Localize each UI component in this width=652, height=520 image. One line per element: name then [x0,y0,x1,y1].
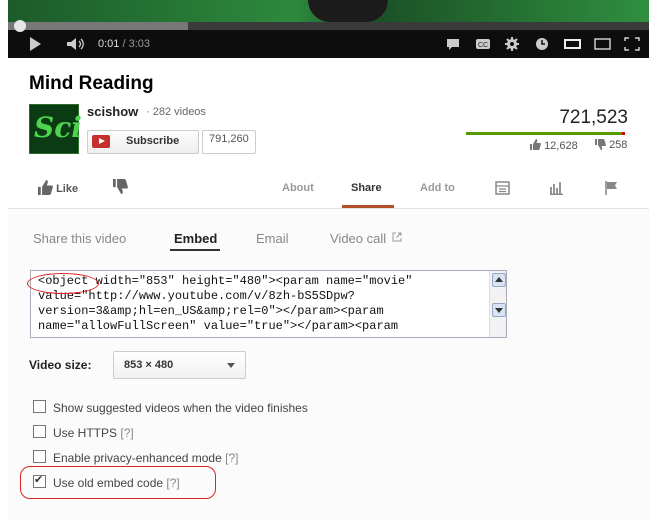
like-count-value: 12,628 [544,140,578,152]
watch-later-icon[interactable] [535,37,551,51]
subscribe-button[interactable]: Subscribe [87,130,199,154]
share-tab-indicator [342,205,394,208]
embed-tab-indicator [170,249,220,251]
checkbox-use-https[interactable] [33,425,46,438]
thumb-up-icon [38,180,53,195]
annotation-circle-old-embed [20,466,216,499]
youtube-logo-icon [92,135,110,148]
channel-avatar[interactable]: Sci [29,104,82,154]
view-count: 721,523 [559,107,628,128]
subtab-embed[interactable]: Embed [174,231,217,246]
help-link[interactable]: [?] [120,426,133,440]
transcript-icon[interactable] [495,181,510,195]
like-button[interactable]: Like [38,180,78,195]
option-label: Use HTTPS [53,426,118,440]
option-privacy-enhanced[interactable]: Enable privacy-enhanced mode [?] [33,450,238,465]
avatar-text: Sci [34,111,82,144]
video-size-value: 853 × 480 [124,359,174,371]
tab-add-to[interactable]: Add to [420,182,455,194]
video-player[interactable]: 0:01 / 3:03 CC [8,0,649,58]
flag-icon[interactable] [604,181,618,195]
annotations-icon[interactable] [446,37,462,51]
checkbox-show-suggested[interactable] [33,400,46,413]
subtab-email[interactable]: Email [256,231,289,246]
video-frame[interactable] [8,0,649,22]
checkbox-privacy-enhanced[interactable] [33,450,46,463]
video-subject [308,0,388,22]
tab-share[interactable]: Share [351,182,382,194]
dislike-count-value: 258 [609,139,628,151]
scroll-up-arrow-icon[interactable] [492,273,506,287]
chevron-down-icon [227,363,235,368]
video-call-label: Video call [330,231,387,246]
action-bar: Like About Share Add to [8,168,649,209]
scrollbar[interactable] [489,271,506,337]
duration: / 3:03 [122,38,151,50]
like-count: 12,628 [530,139,578,152]
like-label: Like [56,183,79,195]
option-label: Enable privacy-enhanced mode [53,451,222,465]
fullscreen-icon[interactable] [624,37,640,51]
tab-about[interactable]: About [282,182,314,194]
option-label: Show suggested videos when the video fin… [53,401,308,415]
video-size-select[interactable]: 853 × 480 [113,351,246,379]
video-count[interactable]: · 282 videos [146,106,206,118]
subtab-video-call[interactable]: Video call [330,231,402,246]
time-display: 0:01 / 3:03 [98,38,150,50]
option-show-suggested[interactable]: Show suggested videos when the video fin… [33,400,308,415]
annotation-circle-object-tag [27,273,99,294]
large-player-icon[interactable] [594,37,611,51]
video-title: Mind Reading [29,73,154,94]
external-link-icon [392,232,402,242]
current-time: 0:01 [98,38,120,50]
share-panel: Share this video Embed Email Video call … [8,209,649,520]
option-use-https[interactable]: Use HTTPS [?] [33,425,134,440]
embed-code-text: <object width="853" height="480"><param … [38,274,413,333]
subtab-share-this-video[interactable]: Share this video [33,231,126,246]
progress-loaded [8,22,188,30]
stats-icon[interactable] [549,181,563,196]
channel-name[interactable]: scishow [87,104,138,119]
video-size-label: Video size: [29,358,92,372]
subscriber-count: 791,260 [202,130,256,154]
progress-bar[interactable] [8,20,649,32]
thumb-up-icon [530,139,541,150]
play-icon[interactable] [30,37,46,51]
captions-icon[interactable]: CC [475,37,491,51]
small-player-icon[interactable] [564,37,581,51]
like-ratio-bar [466,132,625,135]
dislike-count: 258 [595,139,627,151]
thumb-down-icon [113,179,128,194]
player-controls: 0:01 / 3:03 CC [8,30,649,58]
volume-icon[interactable] [66,37,84,51]
subscribe-label: Subscribe [126,135,180,147]
gear-icon[interactable] [505,37,521,51]
scroll-down-arrow-icon[interactable] [492,303,506,317]
embed-code-textarea[interactable]: <object width="853" height="480"><param … [30,270,507,338]
svg-text:CC: CC [478,42,488,49]
thumb-down-icon [595,139,606,150]
help-link[interactable]: [?] [225,451,238,465]
dislike-button[interactable] [113,179,128,194]
